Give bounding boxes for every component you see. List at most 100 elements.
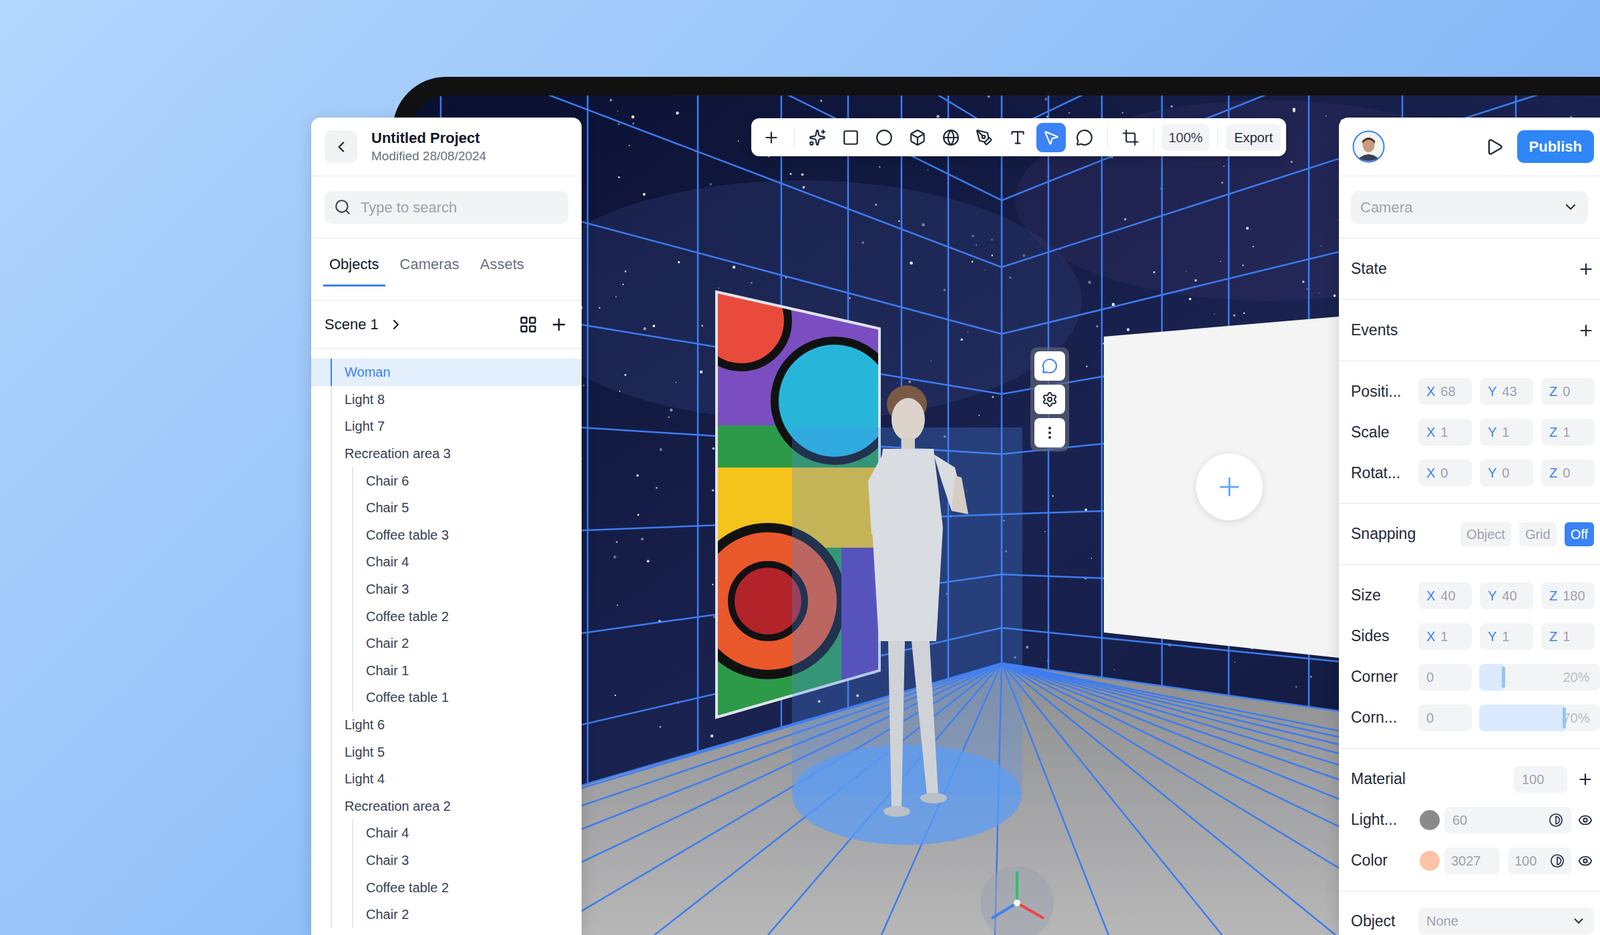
more-action[interactable] [1034, 418, 1066, 448]
cube-tool[interactable] [902, 122, 933, 153]
tree-item[interactable]: Chair 4 [311, 548, 582, 576]
axis-gizmo[interactable] [980, 866, 1054, 935]
color-field[interactable]: 3027 [1444, 847, 1500, 875]
avatar-icon[interactable] [1352, 130, 1385, 163]
ellipse-tool[interactable] [869, 122, 899, 153]
tree-item[interactable]: Chair 2 [311, 900, 582, 929]
rectangle-tool[interactable] [836, 122, 866, 153]
corner-slider[interactable]: 70% [1479, 704, 1600, 732]
contrast-icon[interactable] [1548, 812, 1564, 828]
object-select[interactable]: None [1418, 907, 1594, 935]
export-button[interactable]: Export [1226, 124, 1281, 151]
opacity-field[interactable]: 100 [1507, 847, 1572, 875]
tree-item[interactable]: Light 7 [311, 412, 582, 441]
tree-item[interactable]: Chair 2 [311, 629, 582, 658]
corner-slider[interactable]: 20% [1479, 663, 1600, 691]
number-field[interactable]: X0 [1418, 459, 1472, 487]
tree-item[interactable]: Chair 5 [311, 494, 582, 522]
tree-item[interactable]: Chair 6 [311, 466, 582, 495]
play-icon[interactable] [1485, 137, 1504, 157]
number-field[interactable]: 0 [1418, 663, 1472, 691]
zoom-level[interactable]: 100% [1161, 124, 1210, 151]
plus-icon[interactable] [1576, 770, 1594, 788]
chevron-right-icon [387, 316, 405, 333]
white-panel[interactable] [1103, 316, 1339, 658]
number-field[interactable]: 0 [1418, 704, 1472, 732]
number-field[interactable]: 100 [1513, 765, 1568, 793]
light-swatch[interactable] [1419, 810, 1440, 831]
number-field[interactable]: Z1 [1541, 623, 1595, 650]
snapping-option[interactable]: Off [1564, 522, 1594, 547]
snapping-option[interactable]: Object [1460, 522, 1512, 547]
tree-item[interactable]: Coffee table 3 [311, 521, 582, 549]
chevron-left-icon [332, 138, 350, 156]
ai-tool[interactable] [802, 122, 833, 153]
color-swatch[interactable] [1419, 850, 1440, 871]
plus-icon[interactable] [1577, 260, 1595, 278]
tree-item[interactable]: Light 4 [311, 765, 582, 793]
light-field[interactable]: 60 [1444, 806, 1572, 834]
woman-model[interactable] [791, 385, 1023, 845]
tree-guide [330, 358, 332, 386]
tree-item[interactable]: Woman [311, 358, 582, 386]
snapping-option[interactable]: Grid [1519, 522, 1557, 547]
field-value: 1 [1501, 626, 1510, 647]
tree-item[interactable]: Recreation area 2 [311, 792, 582, 821]
tree-item[interactable]: Light 5 [311, 737, 582, 766]
number-field[interactable]: Z0 [1541, 459, 1595, 487]
number-field[interactable]: Y0 [1479, 459, 1534, 487]
plus-icon[interactable] [1577, 321, 1595, 340]
number-field[interactable]: Y40 [1479, 582, 1534, 610]
add-tool[interactable] [756, 122, 786, 153]
section-header[interactable]: Events [1338, 299, 1600, 361]
search-field[interactable]: Type to search [324, 190, 569, 224]
slider-handle[interactable] [1501, 666, 1506, 688]
number-field[interactable]: X1 [1418, 623, 1472, 650]
camera-select[interactable]: Camera [1350, 190, 1588, 224]
tab[interactable]: Cameras [393, 253, 466, 287]
add-content-button[interactable] [1195, 453, 1263, 521]
number-field[interactable]: Z1 [1541, 418, 1595, 446]
text-tool[interactable] [1003, 122, 1033, 153]
tree-item[interactable]: Chair 4 [311, 819, 582, 847]
settings-action[interactable] [1034, 384, 1066, 415]
number-field[interactable]: X40 [1418, 582, 1472, 610]
scene-selector[interactable]: Scene 1 [324, 313, 405, 336]
sphere-tool[interactable] [936, 122, 966, 153]
plus-icon[interactable] [549, 315, 569, 334]
number-field[interactable]: X1 [1418, 418, 1472, 446]
tree-item[interactable]: Light 8 [311, 385, 582, 414]
eye-icon[interactable] [1577, 853, 1593, 869]
tree-item[interactable]: Chair 3 [311, 575, 582, 604]
crop-tool[interactable] [1115, 122, 1146, 153]
back-button[interactable] [324, 130, 358, 163]
eye-icon[interactable] [1577, 812, 1593, 828]
divider [1338, 360, 1600, 362]
tree-guide [330, 494, 332, 522]
tree-item[interactable]: Coffee table 1 [311, 683, 582, 712]
tree-item[interactable]: Coffee table 2 [311, 602, 582, 630]
contrast-icon[interactable] [1549, 853, 1565, 869]
property-label: Light... [1350, 808, 1419, 832]
comment-tool[interactable] [1069, 122, 1100, 153]
number-field[interactable]: Y1 [1479, 623, 1534, 650]
grid-view-icon[interactable] [518, 315, 538, 334]
number-field[interactable]: Z180 [1541, 582, 1595, 610]
comment-action[interactable] [1034, 351, 1066, 381]
property-label: Object [1350, 909, 1419, 933]
tree-item[interactable]: Chair 3 [311, 846, 582, 875]
tab[interactable]: Assets [474, 253, 531, 287]
tree-item[interactable]: Light 6 [311, 711, 582, 739]
tree-item[interactable]: Chair 1 [311, 657, 582, 685]
select-tool[interactable] [1036, 122, 1066, 153]
tree-item[interactable]: Coffee table 2 [311, 873, 582, 901]
pen-tool[interactable] [969, 122, 999, 153]
tab[interactable]: Objects [323, 253, 386, 287]
number-field[interactable]: X68 [1418, 377, 1472, 405]
publish-button[interactable]: Publish [1517, 130, 1594, 163]
number-field[interactable]: Z0 [1541, 377, 1595, 405]
section-header[interactable]: State [1338, 238, 1600, 300]
number-field[interactable]: Y1 [1479, 418, 1534, 446]
number-field[interactable]: Y43 [1479, 377, 1534, 405]
tree-item[interactable]: Recreation area 3 [311, 440, 582, 468]
